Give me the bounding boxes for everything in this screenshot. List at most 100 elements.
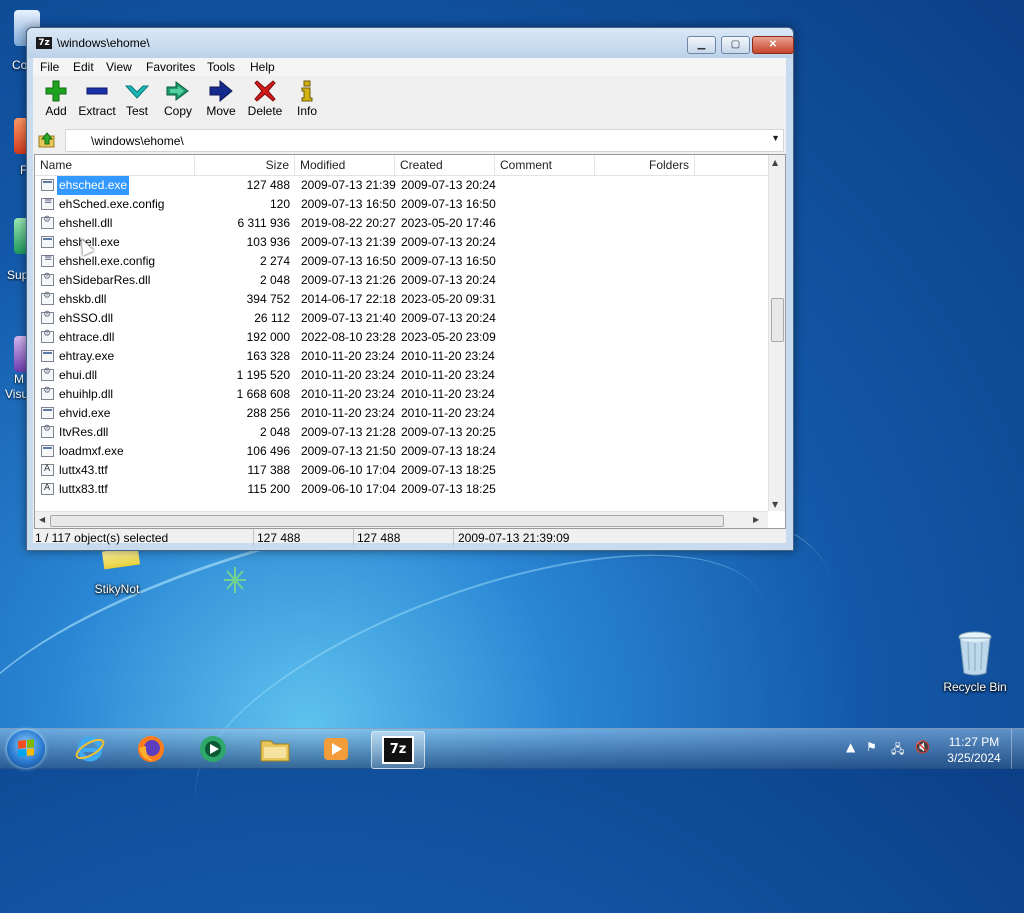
windows-logo-icon (18, 739, 34, 757)
clock-time: 11:27 PM (948, 735, 1000, 749)
table-row[interactable]: ehSched.exe.config 120 2009-07-13 16:50 200… (35, 195, 768, 214)
file-name: ehshell.exe.config (59, 254, 156, 268)
dll-file-icon (41, 386, 54, 400)
file-name: ehvid.exe (59, 406, 111, 420)
file-size: 117 388 (247, 463, 291, 477)
column-header-modified[interactable]: Modified (295, 155, 395, 175)
file-name: ehskb.dll (59, 292, 107, 306)
file-size: 127 488 (246, 178, 290, 192)
column-header-folders[interactable]: Folders (595, 155, 695, 175)
file-name: ehSidebarRes.dll (59, 273, 151, 287)
table-row[interactable]: ehtray.exe 163 328 2010-11-20 23:24 2010-11… (35, 347, 768, 366)
status-divider (453, 529, 454, 546)
column-header-name[interactable]: Name (35, 155, 195, 175)
minus-icon (77, 80, 117, 102)
pin-icon (222, 565, 248, 595)
table-row[interactable]: ehshell.dll 6 311 936 2019-08-22 20:27 2023… (35, 214, 768, 233)
file-created: 2009-07-13 20:24 (401, 273, 496, 287)
start-button[interactable] (7, 730, 45, 768)
chevron-down-icon[interactable]: ▼ (771, 133, 780, 143)
network-icon[interactable]: 🖧 (891, 740, 904, 761)
close-button[interactable]: ✕ (752, 36, 794, 54)
table-row[interactable]: ehSidebarRes.dll 2 048 2009-07-13 21:26 200… (35, 271, 768, 290)
menu-tools[interactable]: Tools (207, 60, 235, 74)
volume-muted-icon[interactable]: 🔇 (915, 740, 930, 754)
toolbar-label: Add (45, 104, 67, 118)
taskbar-media-player[interactable] (310, 731, 362, 767)
maximize-button[interactable]: ▢ (721, 36, 750, 54)
address-bar: \windows\ehome\ ▼ (33, 128, 786, 153)
status-divider (253, 529, 254, 546)
table-row[interactable]: ehSSO.dll 26 112 2009-07-13 21:40 2009-07-1… (35, 309, 768, 328)
desktop-icon-recycle-bin[interactable]: Recycle Bin (940, 630, 1010, 694)
table-row[interactable]: ehshell.exe.config 2 274 2009-07-13 16:50 2… (35, 252, 768, 271)
double-arrow-icon (161, 80, 195, 102)
copy-button[interactable]: Copy (161, 80, 195, 118)
table-row[interactable]: ehsched.exe 127 488 2009-07-13 21:39 2009-0… (35, 176, 768, 195)
table-row[interactable]: loadmxf.exe 106 496 2009-07-13 21:50 2009-0… (35, 442, 768, 461)
executable-file-icon (41, 350, 54, 362)
delete-button[interactable]: Delete (246, 80, 284, 118)
executable-file-icon (41, 179, 54, 191)
file-manager-window: 7z \windows\ehome\ ▁ ▢ ✕ File Edit View … (26, 27, 794, 551)
action-center-flag-icon[interactable]: ⚑ (866, 740, 877, 754)
menu-file[interactable]: File (40, 60, 59, 74)
file-modified: 2009-07-13 21:39 (301, 178, 396, 192)
table-row[interactable]: ehvid.exe 288 256 2010-11-20 23:24 2010-11-… (35, 404, 768, 423)
file-size: 1 195 520 (236, 368, 290, 382)
table-row[interactable]: ehui.dll 1 195 520 2010-11-20 23:24 2010-11… (35, 366, 768, 385)
scroll-thumb[interactable] (771, 298, 784, 342)
taskbar-media-center[interactable] (187, 731, 239, 767)
scroll-up-icon[interactable]: ▲ (772, 158, 778, 167)
menu-edit[interactable]: Edit (73, 60, 94, 74)
path-input[interactable]: \windows\ehome\ ▼ (65, 129, 784, 152)
info-button[interactable]: Info (294, 80, 320, 118)
add-button[interactable]: Add (39, 80, 73, 118)
table-row[interactable]: ehshell.exe 103 936 2009-07-13 21:39 2009-0… (35, 233, 768, 252)
scroll-thumb[interactable] (50, 515, 724, 527)
taskbar-7zip[interactable]: 7z (371, 731, 425, 769)
status-bar: 1 / 117 object(s) selected 127 488 127 4… (33, 528, 786, 548)
folder-up-button[interactable] (38, 131, 56, 149)
scroll-down-icon[interactable]: ▼ (772, 500, 778, 509)
move-button[interactable]: Move (203, 80, 239, 118)
horizontal-scrollbar[interactable]: ◀ ▶ (35, 511, 768, 528)
minimize-button[interactable]: ▁ (687, 36, 716, 54)
menu-favorites[interactable]: Favorites (146, 60, 195, 74)
show-desktop-button[interactable] (1011, 729, 1024, 769)
test-button[interactable]: Test (122, 80, 152, 118)
column-header-created[interactable]: Created (395, 155, 495, 175)
show-hidden-icons-icon[interactable]: ▲ (846, 740, 855, 754)
file-modified: 2009-07-13 21:28 (301, 425, 396, 439)
system-clock[interactable]: 11:27 PM 3/25/2024 (935, 734, 1013, 766)
dll-file-icon (41, 367, 54, 381)
table-row[interactable]: ehtrace.dll 192 000 2022-08-10 23:28 2023-0… (35, 328, 768, 347)
scroll-right-icon[interactable]: ▶ (753, 515, 759, 524)
table-row[interactable]: ehskb.dll 394 752 2014-06-17 22:18 2023-05-… (35, 290, 768, 309)
title-bar[interactable]: 7z \windows\ehome\ ▁ ▢ ✕ (27, 28, 794, 58)
file-modified: 2009-07-13 21:40 (301, 311, 396, 325)
menu-view[interactable]: View (106, 60, 132, 74)
executable-file-icon (41, 407, 54, 419)
taskbar-firefox[interactable] (125, 731, 177, 767)
table-row[interactable]: luttx83.ttf 115 200 2009-06-10 17:04 2009-0… (35, 480, 768, 499)
column-header-comment[interactable]: Comment (495, 155, 595, 175)
scroll-left-icon[interactable]: ◀ (39, 515, 45, 524)
column-header-size[interactable]: Size (195, 155, 295, 175)
vertical-scrollbar[interactable]: ▲ ▼ (768, 155, 785, 511)
table-row[interactable]: ItvRes.dll 2 048 2009-07-13 21:28 2009-07-1… (35, 423, 768, 442)
taskbar-internet-explorer[interactable] (64, 731, 116, 767)
table-row[interactable]: ehuihlp.dll 1 668 608 2010-11-20 23:24 2010… (35, 385, 768, 404)
taskbar-explorer[interactable] (249, 731, 301, 767)
arrow-right-icon (203, 80, 239, 102)
media-center-icon (200, 736, 226, 762)
file-name: ehuihlp.dll (59, 387, 114, 401)
dll-file-icon (41, 310, 54, 324)
status-date: 2009-07-13 21:39:09 (458, 531, 570, 545)
table-row[interactable]: luttx43.ttf 117 388 2009-06-10 17:04 2009-0… (35, 461, 768, 480)
extract-button[interactable]: Extract (77, 80, 117, 118)
menu-help[interactable]: Help (250, 60, 275, 74)
plus-icon (39, 80, 73, 102)
toolbar-label: Extract (78, 104, 116, 118)
file-name: ehSched.exe.config (59, 197, 165, 211)
